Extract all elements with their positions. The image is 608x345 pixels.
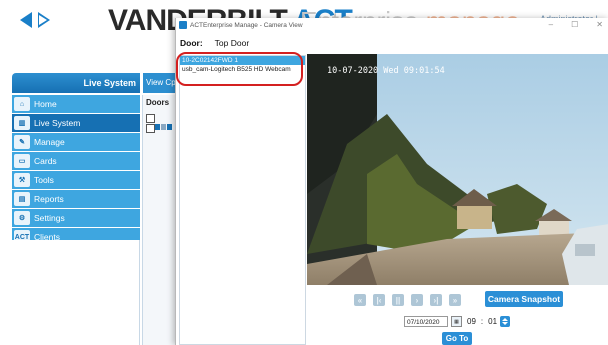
time-spinner-icon[interactable] bbox=[500, 316, 511, 327]
forward-arrow-icon[interactable] bbox=[38, 12, 50, 28]
settings-icon: ⚙ bbox=[14, 211, 30, 225]
home-icon: ⌂ bbox=[14, 97, 30, 111]
camera-list: 10-2C02142FWD 1 usb_cam-Logitech B525 HD… bbox=[179, 55, 306, 345]
camera-snapshot-button[interactable]: Camera Snapshot bbox=[485, 291, 563, 307]
fast-forward-icon[interactable]: » bbox=[449, 294, 461, 306]
time-separator: : bbox=[480, 317, 484, 326]
tools-icon: ⚒ bbox=[14, 173, 30, 187]
go-to-button[interactable]: Go To bbox=[442, 332, 472, 345]
sidebar-item-label: Home bbox=[34, 99, 57, 109]
pause-icon[interactable]: || bbox=[392, 294, 404, 306]
sidebar-item-label: Cards bbox=[34, 156, 57, 166]
door-status-icon bbox=[155, 124, 172, 130]
sidebar-item-label: Tools bbox=[34, 175, 54, 185]
doors-panel-label: Doors bbox=[146, 98, 170, 107]
date-input[interactable]: 07/10/2020 bbox=[404, 316, 448, 327]
camera-video-image bbox=[307, 54, 608, 285]
sidebar-item-live-system[interactable]: ▥ Live System bbox=[12, 114, 140, 132]
video-timestamp: 10-07-2020 Wed 09:01:54 bbox=[327, 66, 445, 76]
door-checkbox[interactable] bbox=[146, 124, 155, 133]
sidebar-menu: ⌂ Home ▥ Live System ✎ Manage ▭ Cards ⚒ … bbox=[12, 95, 140, 247]
section-title: Live System bbox=[12, 73, 140, 93]
sidebar-item-label: Live System bbox=[34, 118, 81, 128]
sidebar-item-cards[interactable]: ▭ Cards bbox=[12, 152, 140, 170]
sidebar-item-manage[interactable]: ✎ Manage bbox=[12, 133, 140, 151]
sidebar-item-label: Manage bbox=[34, 137, 65, 147]
back-arrow-icon[interactable] bbox=[20, 12, 32, 28]
door-info: Door: Top Door bbox=[180, 38, 249, 48]
sidebar-item-label: Reports bbox=[34, 194, 64, 204]
cards-icon: ▭ bbox=[14, 154, 30, 168]
app-icon bbox=[179, 21, 187, 29]
sidebar-item-home[interactable]: ⌂ Home bbox=[12, 95, 140, 113]
close-icon[interactable]: ✕ bbox=[596, 20, 603, 29]
date-time-selector: 07/10/2020 ▦ 09 : 01 bbox=[404, 316, 511, 327]
calendar-icon[interactable]: ▦ bbox=[451, 316, 462, 327]
live-system-icon: ▥ bbox=[14, 116, 30, 130]
dialog-title-bar: ACTEnterprise Manage - Camera View bbox=[176, 18, 608, 32]
reports-icon: ▤ bbox=[14, 192, 30, 206]
red-highlight-annotation bbox=[176, 52, 303, 86]
rewind-icon[interactable]: « bbox=[354, 294, 366, 306]
sidebar-empty-area bbox=[12, 240, 140, 345]
window-controls: – ☐ ✕ bbox=[549, 20, 603, 29]
door-value: Top Door bbox=[214, 38, 250, 48]
playback-controls: « |‹ || › ›| » bbox=[354, 294, 461, 306]
minimize-icon[interactable]: – bbox=[549, 20, 553, 29]
view-tab[interactable]: View Cp bbox=[143, 73, 176, 93]
navigation-arrows bbox=[20, 12, 50, 28]
sidebar-item-label: Settings bbox=[34, 213, 65, 223]
maximize-icon[interactable]: ☐ bbox=[571, 20, 578, 29]
play-icon[interactable]: › bbox=[411, 294, 423, 306]
door-label: Door: bbox=[180, 38, 203, 48]
time-minute[interactable]: 01 bbox=[488, 317, 497, 326]
step-forward-icon[interactable]: ›| bbox=[430, 294, 442, 306]
step-back-icon[interactable]: |‹ bbox=[373, 294, 385, 306]
sidebar-item-settings[interactable]: ⚙ Settings bbox=[12, 209, 140, 227]
dialog-title: ACTEnterprise Manage - Camera View bbox=[190, 21, 303, 29]
sidebar-item-tools[interactable]: ⚒ Tools bbox=[12, 171, 140, 189]
sidebar-item-reports[interactable]: ▤ Reports bbox=[12, 190, 140, 208]
camera-video-feed: 10-07-2020 Wed 09:01:54 bbox=[307, 54, 608, 285]
door-checkbox[interactable] bbox=[146, 114, 155, 123]
time-hour[interactable]: 09 bbox=[467, 317, 476, 326]
manage-icon: ✎ bbox=[14, 135, 30, 149]
